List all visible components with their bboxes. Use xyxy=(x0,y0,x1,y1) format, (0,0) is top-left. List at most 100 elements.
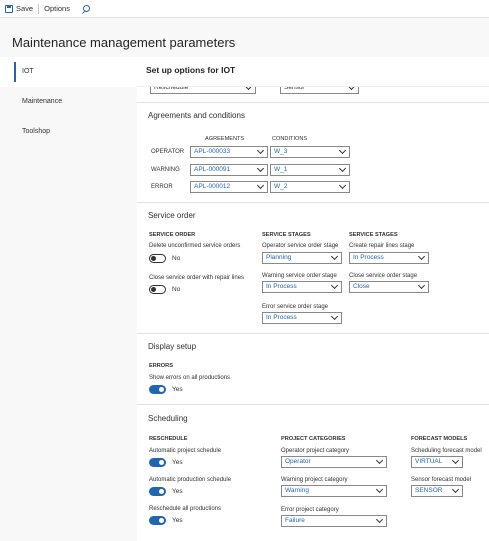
auto-project-schedule-toggle[interactable] xyxy=(149,458,166,467)
chevron-down-icon xyxy=(375,515,384,524)
operator-condition-value: W_3 xyxy=(274,148,288,155)
chevron-down-icon xyxy=(338,146,347,155)
scheduling-forecast-select[interactable]: VIRTUAL xyxy=(411,456,463,468)
sensor-forecast-label: Sensor forecast model xyxy=(411,477,472,483)
content-header: Set up options for IOT xyxy=(137,57,489,87)
error-category-label: Error project category xyxy=(281,507,339,513)
tab-content: Set up options for IOT Reschedule Sensor… xyxy=(137,57,489,541)
show-errors-label: Show errors on all productions xyxy=(149,375,231,381)
save-icon xyxy=(5,4,13,13)
section-divider xyxy=(137,202,489,203)
tab-maintenance[interactable]: Maintenance xyxy=(0,87,137,117)
options-label: Options xyxy=(44,4,70,13)
page-title: Maintenance management parameters xyxy=(12,35,236,50)
agreements-section-title: Agreements and conditions xyxy=(148,111,245,120)
section-divider xyxy=(137,102,489,103)
delete-unconfirmed-value: No xyxy=(172,255,181,262)
show-errors-toggle[interactable] xyxy=(149,385,166,394)
error-stage-select[interactable]: In Process xyxy=(262,312,342,324)
reschedule-all-toggle[interactable] xyxy=(149,516,166,525)
delete-unconfirmed-label: Delete unconfirmed service orders xyxy=(149,243,241,249)
service-stages-header: SERVICE STAGES xyxy=(262,232,311,238)
error-agreement-select[interactable]: APL-000012 xyxy=(190,181,268,193)
operator-row-label: OPERATOR xyxy=(151,149,185,155)
scheduling-section-title: Scheduling xyxy=(148,414,188,423)
error-condition-select[interactable]: W_2 xyxy=(270,181,350,193)
operator-stage-value: Planning xyxy=(266,254,292,261)
warning-condition-value: W_1 xyxy=(274,166,288,173)
warning-agreement-select[interactable]: APL-000091 xyxy=(190,164,268,176)
chevron-down-icon xyxy=(375,485,384,494)
search-button[interactable] xyxy=(75,0,95,18)
agreements-column-header: AGREEMENTS xyxy=(205,136,245,142)
error-category-select[interactable]: Failure xyxy=(281,515,387,527)
operator-stage-select[interactable]: Planning xyxy=(262,252,342,264)
auto-production-schedule-toggle[interactable] xyxy=(149,487,166,496)
reschedule-all-value: Yes xyxy=(172,517,183,524)
delete-unconfirmed-toggle[interactable] xyxy=(149,254,166,263)
options-button[interactable]: Options xyxy=(39,0,75,18)
close-stage-select[interactable]: Close xyxy=(349,281,429,293)
operator-stage-label: Operator service order stage xyxy=(262,243,339,249)
service-order-header: SERVICE ORDER xyxy=(149,232,196,238)
close-repair-lines-value: No xyxy=(172,286,181,293)
errors-header: ERRORS xyxy=(149,363,173,369)
tab-toolshop[interactable]: Toolshop xyxy=(0,117,137,147)
save-label: Save xyxy=(16,4,34,13)
auto-project-schedule-value: Yes xyxy=(172,459,183,466)
chevron-down-icon xyxy=(256,181,265,190)
chevron-down-icon xyxy=(375,456,384,465)
create-repair-stage-value: In Process xyxy=(353,254,384,261)
chevron-down-icon xyxy=(338,181,347,190)
warning-category-select[interactable]: Warning xyxy=(281,485,387,497)
auto-production-schedule-label: Automatic production schedule xyxy=(149,477,232,483)
warning-stage-select[interactable]: In Process xyxy=(262,281,342,293)
operator-agreement-select[interactable]: APL-000033 xyxy=(190,146,268,158)
forecast-models-header: FORECAST MODELS xyxy=(411,436,468,442)
warning-stage-label: Warning service order stage xyxy=(262,273,337,279)
error-row-label: ERROR xyxy=(151,184,173,190)
operator-category-label: Operator project category xyxy=(281,448,350,454)
operator-category-value: Operator xyxy=(285,458,311,465)
sensor-forecast-select[interactable]: SENSOR xyxy=(411,485,463,497)
chevron-down-icon xyxy=(417,252,426,261)
operator-condition-select[interactable]: W_3 xyxy=(270,146,350,158)
chevron-down-icon xyxy=(256,164,265,173)
service-stages-header-2: SERVICE STAGES xyxy=(349,232,398,238)
error-agreement-value: APL-000012 xyxy=(194,183,231,190)
close-repair-lines-toggle[interactable] xyxy=(149,285,166,294)
auto-production-schedule-value: Yes xyxy=(172,488,183,495)
error-stage-label: Error service order stage xyxy=(262,304,329,310)
chevron-down-icon xyxy=(338,164,347,173)
operator-agreement-value: APL-000033 xyxy=(194,148,231,155)
warning-stage-value: In Process xyxy=(266,283,297,290)
error-condition-value: W_2 xyxy=(274,183,288,190)
search-icon xyxy=(82,5,90,12)
chevron-down-icon xyxy=(330,312,339,321)
warning-condition-select[interactable]: W_1 xyxy=(270,164,350,176)
chevron-down-icon xyxy=(451,456,460,465)
tab-toolshop-label: Toolshop xyxy=(22,128,51,135)
save-button[interactable]: Save xyxy=(0,0,38,18)
chevron-down-icon xyxy=(451,485,460,494)
error-category-value: Failure xyxy=(285,517,305,524)
create-repair-stage-select[interactable]: In Process xyxy=(349,252,429,264)
chevron-down-icon xyxy=(330,281,339,290)
display-setup-section-title: Display setup xyxy=(148,342,197,351)
action-pane: Save Options xyxy=(0,0,489,18)
show-errors-value: Yes xyxy=(172,386,183,393)
warning-category-value: Warning xyxy=(285,487,309,494)
chevron-down-icon xyxy=(417,281,426,290)
vertical-tab-nav: IOT Maintenance Toolshop xyxy=(0,57,137,147)
warning-agreement-value: APL-000091 xyxy=(194,166,231,173)
tab-iot[interactable]: IOT xyxy=(0,57,137,87)
create-repair-stage-label: Create repair lines stage xyxy=(349,243,415,249)
reschedule-header: RESCHEDULE xyxy=(149,436,188,442)
conditions-column-header: CONDITIONS xyxy=(272,136,308,142)
tab-maintenance-label: Maintenance xyxy=(22,98,63,105)
chevron-down-icon xyxy=(330,252,339,261)
auto-project-schedule-label: Automatic project schedule xyxy=(149,448,222,454)
operator-category-select[interactable]: Operator xyxy=(281,456,387,468)
project-categories-header: PROJECT CATEGORIES xyxy=(281,436,346,442)
scheduling-forecast-value: VIRTUAL xyxy=(415,458,443,465)
